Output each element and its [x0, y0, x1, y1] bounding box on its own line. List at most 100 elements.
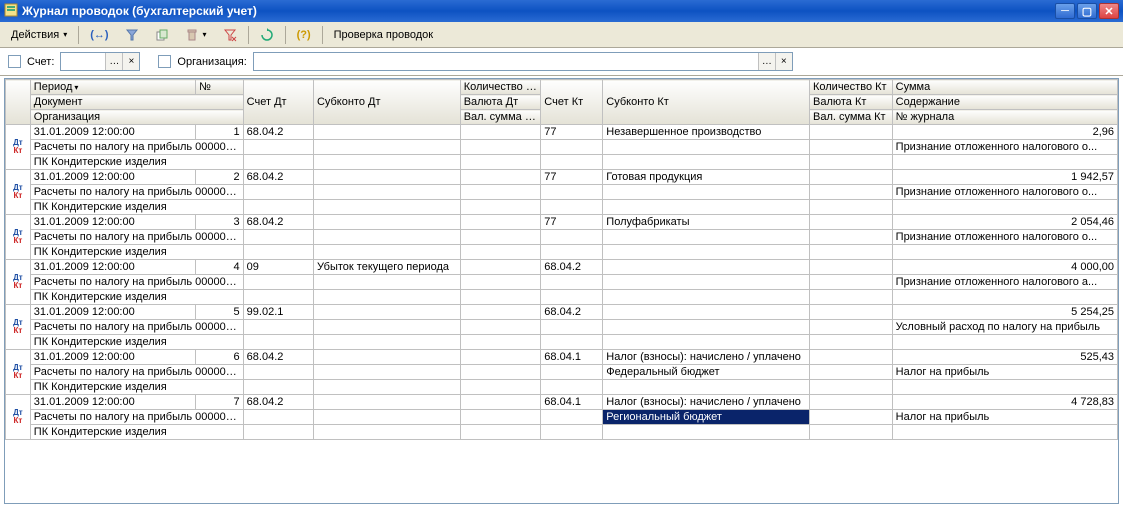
cell-subconto-kt-3[interactable]: [603, 155, 810, 170]
cell-currency-kt[interactable]: [809, 275, 892, 290]
row-marker[interactable]: ДтКт: [6, 350, 31, 395]
cell-acct-dt-b[interactable]: [243, 275, 313, 290]
cell-acct-kt-c[interactable]: [541, 425, 603, 440]
cell-subconto-kt-2[interactable]: [603, 140, 810, 155]
header-currency-kt[interactable]: Валюта Кт: [809, 95, 892, 110]
cell-subconto-kt-3[interactable]: [603, 425, 810, 440]
cell-acct-kt-b[interactable]: [541, 185, 603, 200]
header-content[interactable]: Содержание: [892, 95, 1117, 110]
cell-number[interactable]: 3: [196, 215, 244, 230]
cell-currency-dt[interactable]: [460, 230, 541, 245]
cell-acct-dt-b[interactable]: [243, 230, 313, 245]
cell-qty-kt[interactable]: [809, 350, 892, 365]
cell-qty-dt[interactable]: [460, 305, 541, 320]
check-entries-button[interactable]: Проверка проводок: [327, 26, 440, 44]
entries-table[interactable]: Период▾ № Счет Дт Субконто Дт Количество…: [4, 78, 1119, 504]
cell-org[interactable]: ПК Кондитерские изделия: [30, 380, 243, 395]
cell-journal[interactable]: [892, 290, 1117, 305]
cell-document[interactable]: Расчеты по налогу на прибыль 000000...: [30, 275, 243, 290]
cell-subconto-kt-3[interactable]: [603, 290, 810, 305]
header-journal[interactable]: № журнала: [892, 110, 1117, 125]
cell-cursum-kt[interactable]: [809, 245, 892, 260]
cell-currency-dt[interactable]: [460, 410, 541, 425]
cell-acct-dt-c[interactable]: [243, 380, 313, 395]
cell-document[interactable]: Расчеты по налогу на прибыль 000000...: [30, 230, 243, 245]
cell-qty-dt[interactable]: [460, 395, 541, 410]
cell-content[interactable]: Признание отложенного налогового о...: [892, 230, 1117, 245]
cell-subconto-kt[interactable]: Налог (взносы): начислено / уплачено: [603, 350, 810, 365]
actions-menu[interactable]: Действия ▾: [4, 26, 74, 44]
cell-content[interactable]: Условный расход по налогу на прибыль: [892, 320, 1117, 335]
cell-sum[interactable]: 5 254,25: [892, 305, 1117, 320]
cell-acct-dt-c[interactable]: [243, 245, 313, 260]
cell-acct-dt[interactable]: 68.04.2: [243, 215, 313, 230]
cell-sum[interactable]: 2 054,46: [892, 215, 1117, 230]
cell-acct-dt-b[interactable]: [243, 185, 313, 200]
cell-content[interactable]: Признание отложенного налогового а...: [892, 275, 1117, 290]
cell-cursum-dt[interactable]: [460, 290, 541, 305]
cell-subconto-kt-3[interactable]: [603, 200, 810, 215]
close-button[interactable]: ✕: [1099, 3, 1119, 19]
cell-currency-kt[interactable]: [809, 140, 892, 155]
maximize-button[interactable]: ▢: [1077, 3, 1097, 19]
cell-currency-kt[interactable]: [809, 410, 892, 425]
cell-content[interactable]: Налог на прибыль: [892, 410, 1117, 425]
cell-subconto-dt[interactable]: [313, 350, 460, 365]
row-marker[interactable]: ДтКт: [6, 170, 31, 215]
cell-acct-kt-c[interactable]: [541, 200, 603, 215]
cell-period[interactable]: 31.01.2009 12:00:00: [30, 395, 195, 410]
cell-qty-dt[interactable]: [460, 170, 541, 185]
cell-acct-dt[interactable]: 09: [243, 260, 313, 275]
header-qty-dt[interactable]: Количество Дт: [460, 80, 541, 95]
cell-currency-kt[interactable]: [809, 365, 892, 380]
cell-acct-kt-b[interactable]: [541, 320, 603, 335]
cell-subconto-kt[interactable]: [603, 260, 810, 275]
cell-number[interactable]: 7: [196, 395, 244, 410]
cell-currency-dt[interactable]: [460, 365, 541, 380]
ellipsis-icon[interactable]: …: [758, 53, 775, 70]
cell-acct-kt[interactable]: 77: [541, 215, 603, 230]
cell-acct-kt-c[interactable]: [541, 380, 603, 395]
cell-acct-dt-b[interactable]: [243, 410, 313, 425]
cell-subconto-dt-c[interactable]: [313, 425, 460, 440]
cell-cursum-kt[interactable]: [809, 335, 892, 350]
cell-acct-dt-b[interactable]: [243, 365, 313, 380]
cell-currency-dt[interactable]: [460, 275, 541, 290]
cell-document[interactable]: Расчеты по налогу на прибыль 000000...: [30, 320, 243, 335]
cell-journal[interactable]: [892, 380, 1117, 395]
header-qty-kt[interactable]: Количество Кт: [809, 80, 892, 95]
cell-subconto-dt[interactable]: Убыток текущего периода: [313, 260, 460, 275]
cell-acct-kt-c[interactable]: [541, 155, 603, 170]
cell-cursum-kt[interactable]: [809, 290, 892, 305]
cell-sum[interactable]: 525,43: [892, 350, 1117, 365]
header-period[interactable]: Период▾: [30, 80, 195, 95]
cell-acct-kt[interactable]: 68.04.2: [541, 305, 603, 320]
cell-qty-dt[interactable]: [460, 215, 541, 230]
cell-qty-kt[interactable]: [809, 395, 892, 410]
cell-acct-kt[interactable]: 68.04.1: [541, 350, 603, 365]
cell-acct-kt-b[interactable]: [541, 275, 603, 290]
cell-qty-dt[interactable]: [460, 260, 541, 275]
cell-subconto-dt-b[interactable]: [313, 275, 460, 290]
cell-subconto-dt-b[interactable]: [313, 140, 460, 155]
header-cursum-dt[interactable]: Вал. сумма Дт: [460, 110, 541, 125]
cell-acct-kt-b[interactable]: [541, 140, 603, 155]
filter-by-icon[interactable]: [118, 25, 146, 45]
cell-cursum-kt[interactable]: [809, 200, 892, 215]
cell-acct-dt-c[interactable]: [243, 155, 313, 170]
cell-acct-kt[interactable]: 68.04.1: [541, 395, 603, 410]
row-marker[interactable]: ДтКт: [6, 305, 31, 350]
cell-period[interactable]: 31.01.2009 12:00:00: [30, 305, 195, 320]
cell-org[interactable]: ПК Кондитерские изделия: [30, 245, 243, 260]
cell-acct-kt[interactable]: 77: [541, 170, 603, 185]
row-marker[interactable]: ДтКт: [6, 260, 31, 305]
header-subconto-dt[interactable]: Субконто Дт: [313, 80, 460, 125]
cell-qty-kt[interactable]: [809, 125, 892, 140]
row-marker[interactable]: ДтКт: [6, 215, 31, 260]
cell-period[interactable]: 31.01.2009 12:00:00: [30, 350, 195, 365]
cell-document[interactable]: Расчеты по налогу на прибыль 000000...: [30, 410, 243, 425]
cell-subconto-kt-2[interactable]: Федеральный бюджет: [603, 365, 810, 380]
cell-currency-dt[interactable]: [460, 185, 541, 200]
cell-acct-dt-b[interactable]: [243, 140, 313, 155]
account-filter-field[interactable]: … ×: [60, 52, 140, 71]
